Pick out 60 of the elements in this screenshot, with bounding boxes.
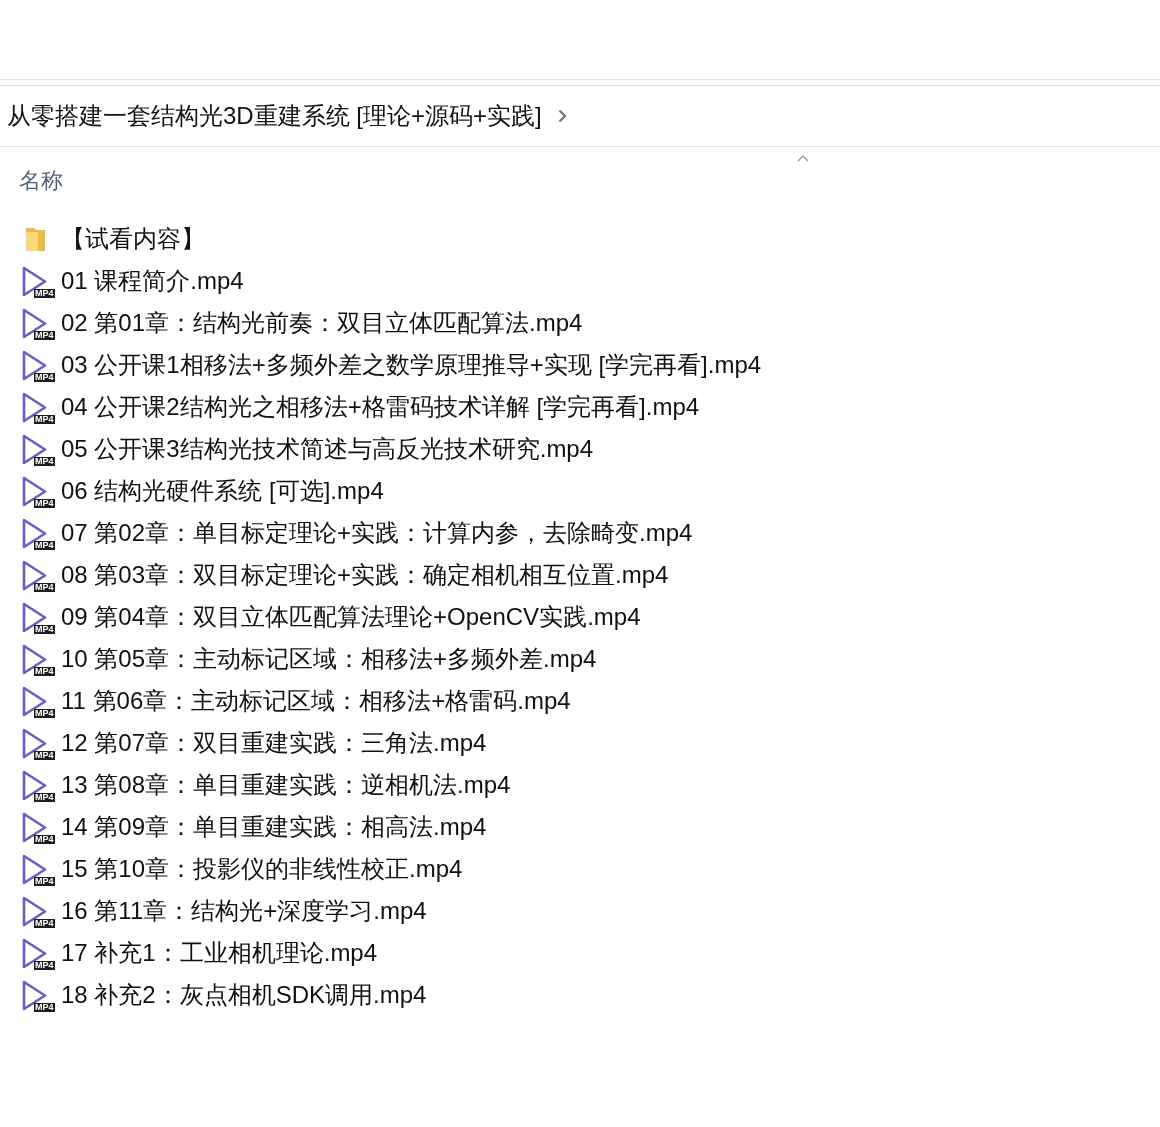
file-type-badge: MP4 (34, 457, 55, 466)
file-row[interactable]: MP4 14 第09章：单目重建实践：相高法.mp4 (0, 806, 1160, 848)
file-row[interactable]: MP4 05 公开课3结构光技术简述与高反光技术研究.mp4 (0, 428, 1160, 470)
folder-row[interactable]: 【试看内容】 (0, 218, 1160, 260)
file-name: 13 第08章：单目重建实践：逆相机法.mp4 (61, 770, 511, 800)
file-type-badge: MP4 (34, 835, 55, 844)
file-name: 09 第04章：双目立体匹配算法理论+OpenCV实践.mp4 (61, 602, 641, 632)
file-row[interactable]: MP4 08 第03章：双目标定理论+实践：确定相机相互位置.mp4 (0, 554, 1160, 596)
file-name: 17 补充1：工业相机理论.mp4 (61, 938, 378, 968)
file-type-badge: MP4 (34, 877, 55, 886)
file-type-badge: MP4 (34, 667, 55, 676)
file-type-badge: MP4 (34, 415, 55, 424)
file-name: 06 结构光硬件系统 [可选].mp4 (61, 476, 384, 506)
file-row[interactable]: MP4 16 第11章：结构光+深度学习.mp4 (0, 890, 1160, 932)
file-row[interactable]: MP4 03 公开课1相移法+多频外差之数学原理推导+实现 [学完再看].mp4 (0, 344, 1160, 386)
file-name: 12 第07章：双目重建实践：三角法.mp4 (61, 728, 487, 758)
file-name: 18 补充2：灰点相机SDK调用.mp4 (61, 980, 427, 1010)
file-type-badge: MP4 (34, 499, 55, 508)
file-row[interactable]: MP4 13 第08章：单目重建实践：逆相机法.mp4 (0, 764, 1160, 806)
file-type-badge: MP4 (34, 331, 55, 340)
file-row[interactable]: MP4 12 第07章：双目重建实践：三角法.mp4 (0, 722, 1160, 764)
file-name: 10 第05章：主动标记区域：相移法+多频外差.mp4 (61, 644, 597, 674)
file-row[interactable]: MP4 09 第04章：双目立体匹配算法理论+OpenCV实践.mp4 (0, 596, 1160, 638)
file-type-badge: MP4 (34, 961, 55, 970)
file-name: 02 第01章：结构光前奏：双目立体匹配算法.mp4 (61, 308, 583, 338)
file-name: 14 第09章：单目重建实践：相高法.mp4 (61, 812, 487, 842)
file-row[interactable]: MP4 01 课程简介.mp4 (0, 260, 1160, 302)
file-type-badge: MP4 (34, 751, 55, 760)
file-type-badge: MP4 (34, 541, 55, 550)
file-name: 08 第03章：双目标定理论+实践：确定相机相互位置.mp4 (61, 560, 669, 590)
file-row[interactable]: MP4 06 结构光硬件系统 [可选].mp4 (0, 470, 1160, 512)
chevron-right-icon[interactable] (557, 109, 567, 123)
file-row[interactable]: MP4 11 第06章：主动标记区域：相移法+格雷码.mp4 (0, 680, 1160, 722)
file-row[interactable]: MP4 02 第01章：结构光前奏：双目立体匹配算法.mp4 (0, 302, 1160, 344)
file-name: 05 公开课3结构光技术简述与高反光技术研究.mp4 (61, 434, 594, 464)
file-row[interactable]: MP4 10 第05章：主动标记区域：相移法+多频外差.mp4 (0, 638, 1160, 680)
file-row[interactable]: MP4 07 第02章：单目标定理论+实践：计算内参，去除畸变.mp4 (0, 512, 1160, 554)
file-row[interactable]: MP4 04 公开课2结构光之相移法+格雷码技术详解 [学完再看].mp4 (0, 386, 1160, 428)
file-type-badge: MP4 (34, 625, 55, 634)
file-name: 03 公开课1相移法+多频外差之数学原理推导+实现 [学完再看].mp4 (61, 350, 762, 380)
file-type-badge: MP4 (34, 793, 55, 802)
file-type-badge: MP4 (34, 583, 55, 592)
folder-icon (25, 226, 46, 252)
file-type-badge: MP4 (34, 373, 55, 382)
file-name: 07 第02章：单目标定理论+实践：计算内参，去除畸变.mp4 (61, 518, 693, 548)
file-name: 01 课程简介.mp4 (61, 266, 244, 296)
file-name: 11 第06章：主动标记区域：相移法+格雷码.mp4 (61, 686, 571, 716)
file-name: 16 第11章：结构光+深度学习.mp4 (61, 896, 427, 926)
file-row[interactable]: MP4 15 第10章：投影仪的非线性校正.mp4 (0, 848, 1160, 890)
file-row[interactable]: MP4 18 补充2：灰点相机SDK调用.mp4 (0, 974, 1160, 1016)
file-type-badge: MP4 (34, 919, 55, 928)
name-column-header[interactable]: 名称 (19, 167, 63, 195)
folder-name: 【试看内容】 (61, 224, 205, 254)
file-type-badge: MP4 (34, 289, 55, 298)
file-name: 04 公开课2结构光之相移法+格雷码技术详解 [学完再看].mp4 (61, 392, 700, 422)
file-type-badge: MP4 (34, 1003, 55, 1012)
file-type-badge: MP4 (34, 709, 55, 718)
file-row[interactable]: MP4 17 补充1：工业相机理论.mp4 (0, 932, 1160, 974)
file-name: 15 第10章：投影仪的非线性校正.mp4 (61, 854, 463, 884)
breadcrumb-folder-name[interactable]: 从零搭建一套结构光3D重建系统 [理论+源码+实践] (7, 100, 542, 132)
